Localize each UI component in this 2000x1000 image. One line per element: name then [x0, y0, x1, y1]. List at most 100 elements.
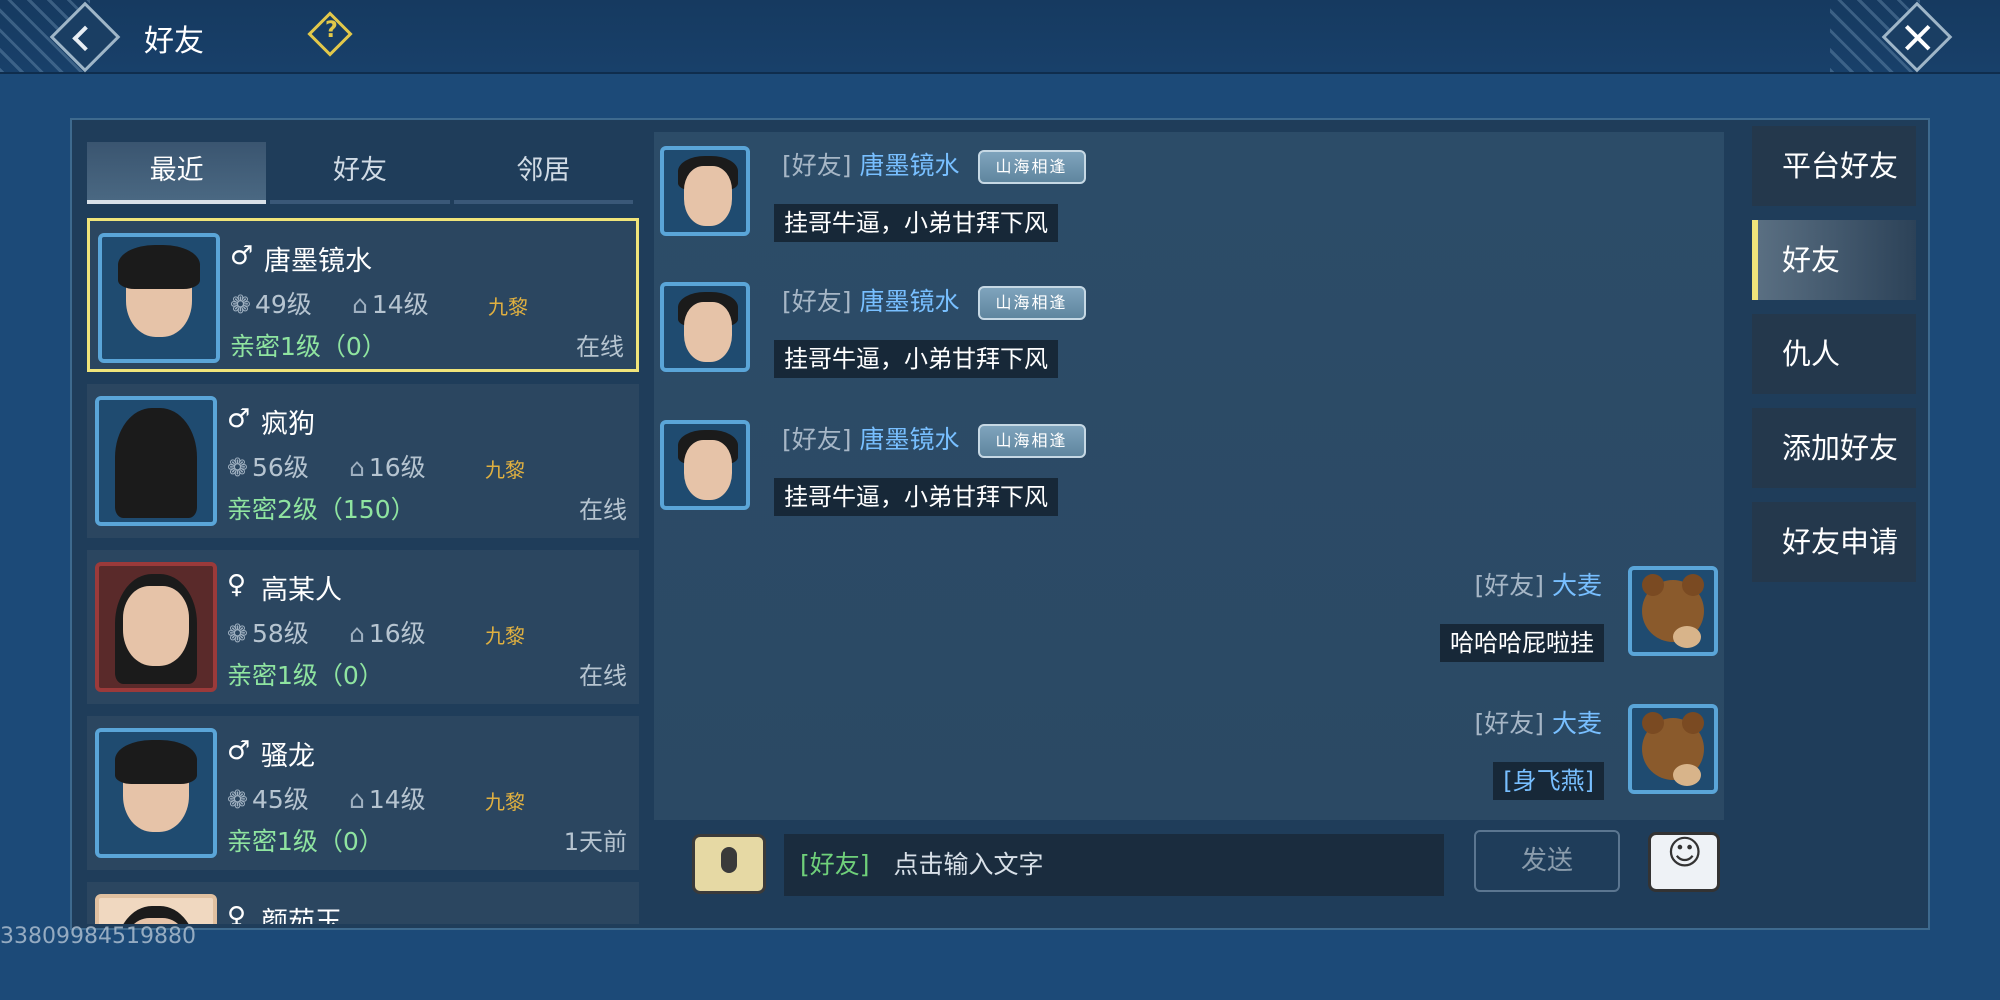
title-badge: 山海相逢: [977, 424, 1086, 458]
chat-message: [好友] 唐墨镜水 山海相逢 挂哥牛逼，小弟甘拜下风: [654, 268, 1724, 378]
side-item-enemies[interactable]: 仇人: [1752, 314, 1916, 394]
chat-input-row: [好友] 点击输入文字 发送: [654, 824, 1724, 916]
side-menu: 平台好友 好友 仇人 添加好友 好友申请: [1752, 126, 1916, 596]
tab-recent[interactable]: 最近: [87, 142, 267, 204]
friend-item[interactable]: ♂ 唐墨镜水 ❁ 49级 ⌂ 14级 九黎 亲密1级（0） 在线: [87, 218, 639, 372]
bear-avatar-icon: [1642, 712, 1704, 786]
friend-item[interactable]: ♂ 疯狗 ❁ 56级 ⌂ 16级 九黎 亲密2级（150） 在线: [87, 384, 639, 538]
side-item-platform-friends[interactable]: 平台好友: [1752, 126, 1916, 206]
male-icon: ♂: [230, 241, 254, 271]
friend-level: ❁ 45级: [227, 785, 309, 814]
house-icon: ⌂: [349, 619, 365, 648]
channel-tag: [好友]: [1474, 709, 1544, 738]
intimacy-level: 亲密1级（0）: [230, 332, 387, 361]
house-icon: ⌂: [349, 453, 365, 482]
sender-avatar[interactable]: [1628, 566, 1718, 656]
house-icon: ⌂: [349, 785, 365, 814]
help-icon[interactable]: ?: [307, 11, 353, 57]
side-item-friends[interactable]: 好友: [1752, 220, 1916, 300]
clan-label: 九黎: [485, 624, 525, 648]
sender-name[interactable]: 大麦: [1552, 571, 1602, 600]
intimacy-level: 亲密1级（0）: [227, 661, 384, 690]
tab-neighbors[interactable]: 邻居: [453, 142, 633, 204]
watermark-id: 33809984519880: [0, 924, 196, 949]
avatar: [95, 728, 217, 858]
friend-item[interactable]: ♀ 颜茹玉: [87, 882, 639, 924]
avatar: [98, 233, 220, 363]
chat-message: [好友] 唐墨镜水 山海相逢 挂哥牛逼，小弟甘拜下风: [654, 406, 1724, 516]
sender-name[interactable]: 唐墨镜水: [860, 425, 960, 454]
message-bubble[interactable]: [身飞燕]: [1493, 762, 1604, 800]
intimacy-level: 亲密2级（150）: [227, 495, 416, 524]
friend-list[interactable]: ♂ 唐墨镜水 ❁ 49级 ⌂ 14级 九黎 亲密1级（0） 在线 ♂ 疯狗 ❁ 56级…: [87, 218, 639, 924]
sender-avatar[interactable]: [660, 282, 750, 372]
channel-tag: [好友]: [782, 425, 852, 454]
side-item-add-friend[interactable]: 添加好友: [1752, 408, 1916, 488]
intimacy-level: 亲密1级（0）: [227, 827, 384, 856]
sender-name[interactable]: 唐墨镜水: [860, 287, 960, 316]
channel-tag: [好友]: [782, 287, 852, 316]
avatar: [95, 894, 217, 924]
chat-message: [好友] 大麦 [身飞燕]: [654, 690, 1724, 800]
home-level: ⌂ 14级: [349, 785, 426, 814]
chat-area[interactable]: [好友] 唐墨镜水 山海相逢 挂哥牛逼，小弟甘拜下风 [好友] 唐墨镜水 山海相逢 挂哥…: [654, 132, 1724, 820]
avatar: [95, 562, 217, 692]
channel-tag: [好友]: [782, 151, 852, 180]
friend-item[interactable]: ♂ 骚龙 ❁ 45级 ⌂ 14级 九黎 亲密1级（0） 1天前: [87, 716, 639, 870]
message-header: [好友] 唐墨镜水 山海相逢: [782, 282, 1086, 320]
level-icon: ❁: [227, 453, 248, 482]
level-icon: ❁: [230, 290, 251, 319]
female-icon: ♀: [227, 570, 247, 600]
female-icon: ♀: [227, 902, 247, 924]
message-header: [好友] 大麦: [1474, 566, 1602, 602]
friend-level: ❁ 56级: [227, 453, 309, 482]
friend-name: 颜茹玉: [261, 907, 342, 924]
chat-text-input[interactable]: [好友] 点击输入文字: [784, 834, 1444, 896]
title-badge: 山海相逢: [977, 286, 1086, 320]
sender-avatar[interactable]: [660, 420, 750, 510]
clan-label: 九黎: [485, 790, 525, 814]
home-level: ⌂ 16级: [349, 453, 426, 482]
friend-name: 疯狗: [261, 409, 315, 440]
tab-friends[interactable]: 好友: [270, 142, 450, 204]
sender-name[interactable]: 唐墨镜水: [860, 151, 960, 180]
friend-name: 唐墨镜水: [264, 246, 372, 277]
bear-avatar-icon: [1642, 574, 1704, 648]
message-bubble: 挂哥牛逼，小弟甘拜下风: [774, 340, 1058, 378]
side-item-friend-requests[interactable]: 好友申请: [1752, 502, 1916, 582]
top-bar: 好友 ?: [0, 0, 2000, 74]
sender-avatar[interactable]: [660, 146, 750, 236]
sender-avatar[interactable]: [1628, 704, 1718, 794]
level-icon: ❁: [227, 619, 248, 648]
input-placeholder: 点击输入文字: [893, 850, 1044, 879]
friend-level: ❁ 58级: [227, 619, 309, 648]
online-status: 在线: [579, 496, 627, 524]
message-bubble: 挂哥牛逼，小弟甘拜下风: [774, 204, 1058, 242]
message-bubble: 挂哥牛逼，小弟甘拜下风: [774, 478, 1058, 516]
chat-message: [好友] 大麦 哈哈哈屁啦挂: [654, 552, 1724, 662]
emoji-button[interactable]: [1648, 832, 1720, 892]
home-level: ⌂ 14级: [352, 290, 429, 319]
friend-item[interactable]: ♀ 高某人 ❁ 58级 ⌂ 16级 九黎 亲密1级（0） 在线: [87, 550, 639, 704]
online-status: 在线: [579, 662, 627, 690]
send-button[interactable]: 发送: [1474, 830, 1620, 892]
voice-button[interactable]: [692, 834, 766, 894]
clan-label: 九黎: [488, 295, 528, 319]
friend-tabs: 最近 好友 邻居: [87, 142, 637, 204]
channel-tag: [好友]: [1474, 571, 1544, 600]
online-status: 在线: [576, 333, 624, 361]
male-icon: ♂: [227, 404, 251, 434]
message-header: [好友] 唐墨镜水 山海相逢: [782, 146, 1086, 184]
friend-name: 高某人: [261, 575, 342, 606]
male-icon: ♂: [227, 736, 251, 766]
sender-name[interactable]: 大麦: [1552, 709, 1602, 738]
online-status: 1天前: [563, 828, 627, 856]
chat-message: [好友] 唐墨镜水 山海相逢 挂哥牛逼，小弟甘拜下风: [654, 132, 1724, 242]
message-header: [好友] 唐墨镜水 山海相逢: [782, 420, 1086, 458]
message-bubble: 哈哈哈屁啦挂: [1440, 624, 1604, 662]
house-icon: ⌂: [352, 290, 368, 319]
avatar: [95, 396, 217, 526]
title-badge: 山海相逢: [977, 150, 1086, 184]
home-level: ⌂ 16级: [349, 619, 426, 648]
level-icon: ❁: [227, 785, 248, 814]
